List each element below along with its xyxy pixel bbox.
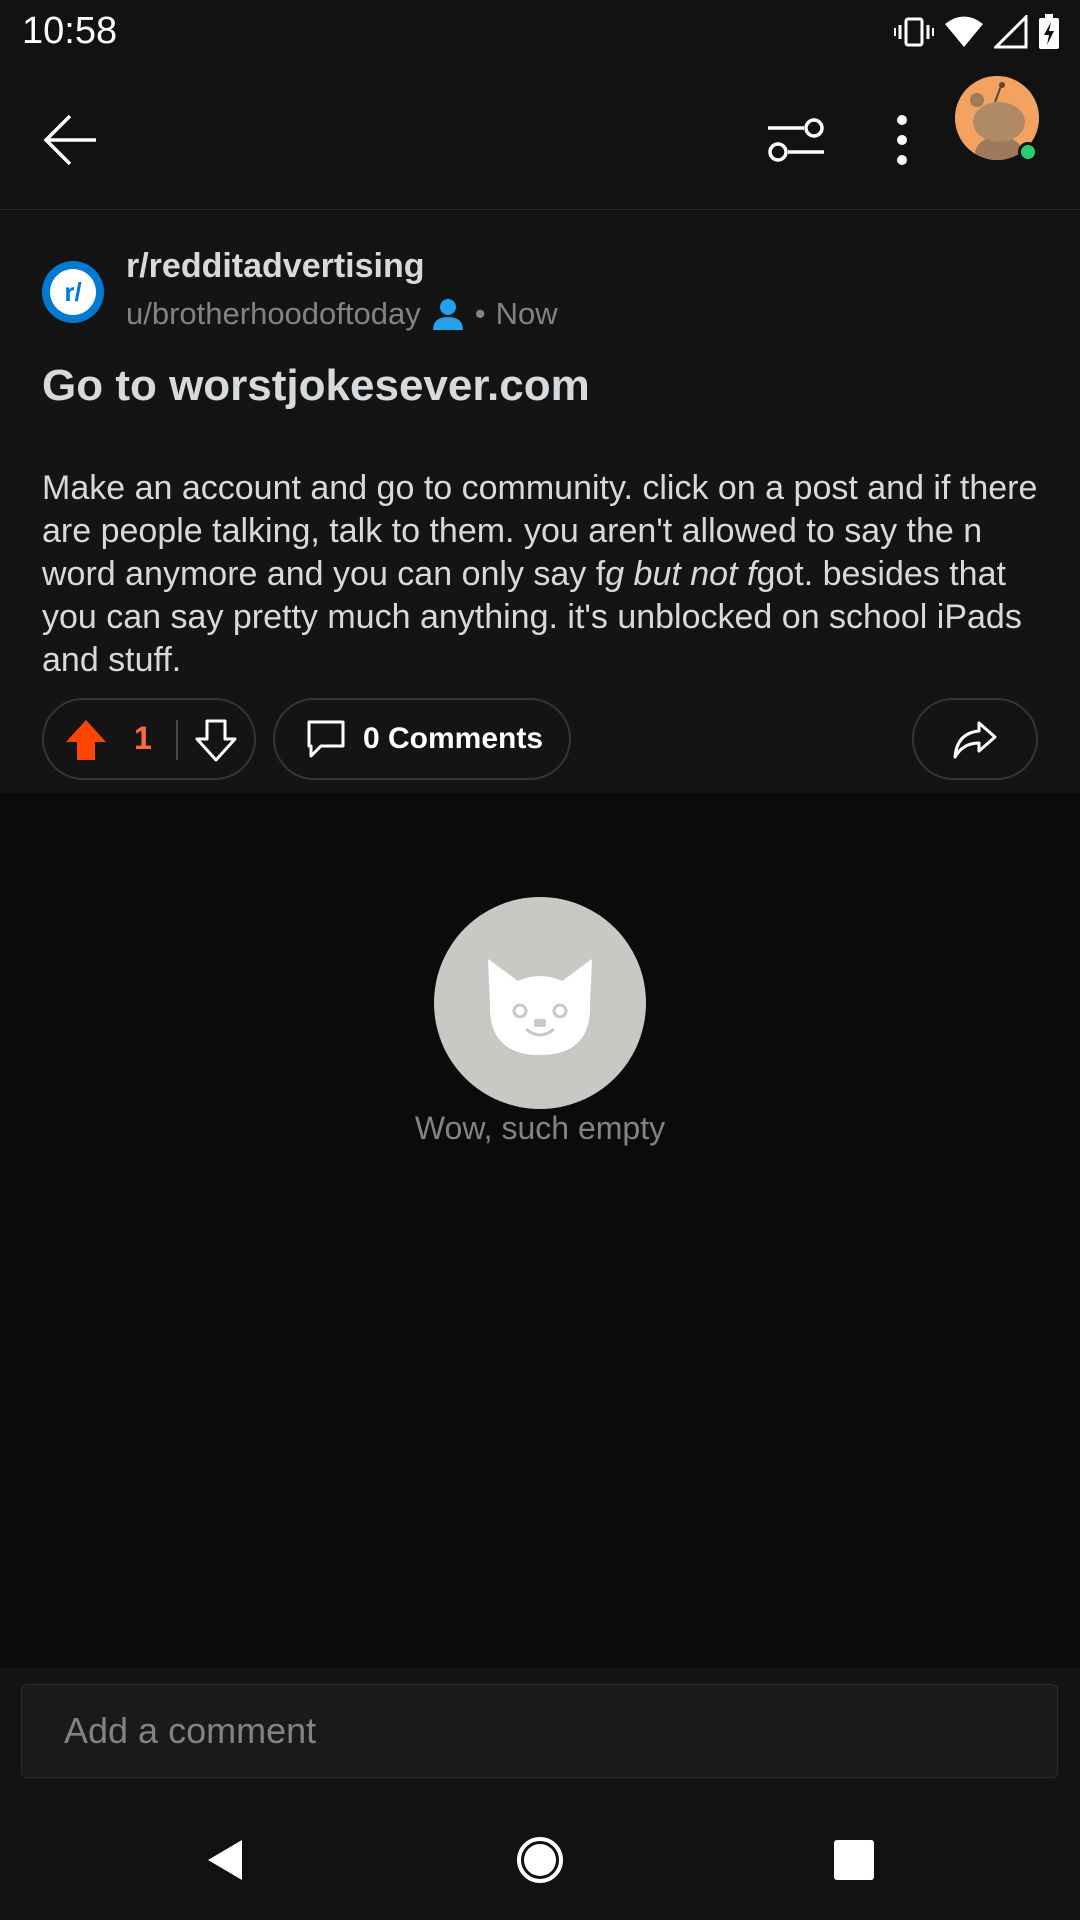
vote-count: 1 [134,720,152,756]
signal-icon [994,15,1028,49]
status-time: 10:58 [22,10,118,52]
post-body-italic: g but not f [605,555,757,593]
post-title: Go to worstjokesever.com [42,361,590,410]
sort-sliders-icon [768,118,824,162]
post-card: r/ r/redditadvertising u/brotherhoodofto… [0,211,1080,793]
comment-icon [307,720,345,758]
share-button[interactable] [912,698,1038,780]
back-button[interactable] [36,104,108,176]
vote-divider [176,720,178,760]
downvote-icon[interactable] [194,718,238,762]
sort-button[interactable] [760,104,832,176]
system-nav-bar [0,1800,1080,1920]
cat-face-icon [488,959,592,1055]
subreddit-icon-glyph: r/ [50,269,96,315]
upvote-icon[interactable] [64,718,108,762]
post-body: Make an account and go to community. cli… [42,467,1042,682]
nav-back-icon[interactable] [200,1834,252,1886]
vibrate-icon [894,17,934,47]
battery-charging-icon [1039,14,1059,49]
top-app-bar [0,64,1080,210]
online-status-dot [1018,142,1038,162]
author-name[interactable]: u/brotherhoodoftoday [126,296,421,332]
status-bar: 10:58 [0,0,1080,64]
more-options-button[interactable] [866,104,938,176]
comments-button[interactable]: 0 Comments [273,698,571,780]
comments-label: 0 Comments [363,722,544,755]
empty-state-text: Wow, such empty [414,1110,666,1146]
post-time: Now [495,296,558,331]
empty-state-illustration [434,897,646,1109]
nav-recents-icon[interactable] [828,1834,880,1886]
person-icon [432,299,463,330]
subreddit-icon[interactable]: r/ [42,261,104,323]
share-icon [953,721,997,759]
nav-home-icon[interactable] [514,1834,566,1886]
wifi-icon [945,16,983,47]
arrow-left-icon [43,114,96,166]
status-icons [894,12,1060,52]
add-comment-input[interactable] [21,1684,1058,1778]
subreddit-name[interactable]: r/redditadvertising [126,247,425,286]
vote-control: 1 [42,698,256,780]
more-vertical-icon [897,115,907,165]
post-meta: u/brotherhoodoftoday • Now [126,296,558,332]
meta-separator: • [474,296,486,331]
